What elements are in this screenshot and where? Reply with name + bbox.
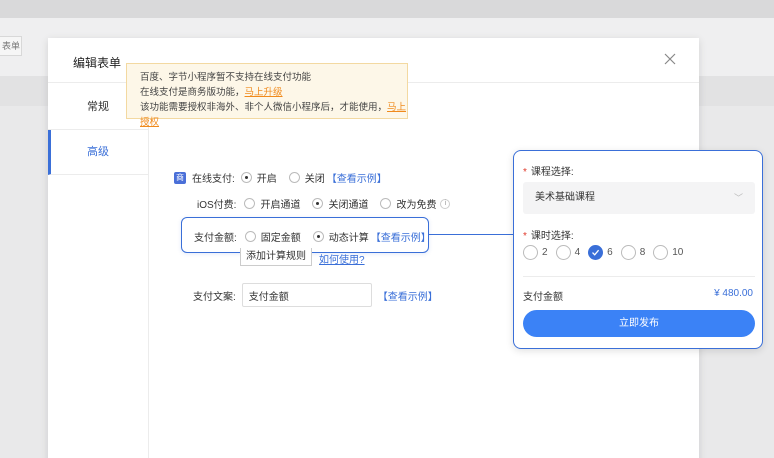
radio-icon[interactable] bbox=[555, 245, 571, 260]
ios-pay-label: iOS付费: bbox=[197, 200, 237, 211]
business-badge: 商 bbox=[174, 171, 186, 184]
chevron-down-icon: ﹀ bbox=[733, 193, 743, 203]
background-form-button[interactable]: 表单 bbox=[0, 36, 22, 56]
check-icon[interactable] bbox=[588, 245, 604, 260]
amount-label: 支付金额 bbox=[523, 292, 563, 303]
radio-icon[interactable] bbox=[240, 172, 252, 183]
fixed-amount-label: 固定金额 bbox=[260, 233, 301, 244]
info-icon[interactable]: i bbox=[440, 198, 451, 209]
background-topbar bbox=[0, 0, 774, 18]
online-pay-row: 商 在线支付: 开启 关闭 【查看示例】 bbox=[174, 170, 387, 185]
how-to-use-link[interactable]: 如何使用? bbox=[319, 251, 365, 266]
hours-options: 2 4 6 8 10 bbox=[523, 245, 691, 260]
course-select-label: * 课程选择: bbox=[523, 163, 574, 178]
notice-line-3-text: 该功能需要授权非海外、非个人微信小程序后，才能使用， bbox=[140, 102, 388, 113]
online-pay-example-link[interactable]: 【查看示例】 bbox=[327, 170, 387, 185]
ios-close-channel-option[interactable]: 关闭通道 bbox=[312, 196, 368, 211]
notice-line-2: 在线支付是商务版功能，马上升级 bbox=[140, 85, 407, 100]
radio-icon[interactable] bbox=[312, 198, 324, 209]
hour-option-6[interactable]: 6 bbox=[588, 245, 613, 260]
dynamic-amount-option[interactable]: 动态计算 bbox=[312, 229, 369, 244]
ios-free-label: 改为免费 bbox=[396, 200, 437, 211]
pay-text-row: 支付文案: 【查看示例】 bbox=[193, 283, 438, 307]
hour-label: 8 bbox=[639, 247, 646, 258]
hour-label: 2 bbox=[542, 247, 548, 258]
hour-option-8[interactable]: 8 bbox=[620, 245, 646, 260]
ios-open-channel-label: 开启通道 bbox=[260, 200, 301, 211]
close-icon[interactable] bbox=[661, 50, 679, 68]
hour-label: 4 bbox=[574, 247, 581, 258]
radio-icon[interactable] bbox=[244, 231, 256, 242]
online-pay-off-option[interactable]: 关闭 bbox=[288, 170, 325, 185]
radio-icon[interactable] bbox=[620, 245, 636, 260]
dynamic-amount-label: 动态计算 bbox=[328, 233, 369, 244]
pay-amount-label: 支付金额: bbox=[194, 233, 237, 244]
add-rule-button[interactable]: 添加计算规则 bbox=[240, 248, 312, 266]
radio-icon[interactable] bbox=[288, 172, 300, 183]
online-pay-label: 在线支付: bbox=[192, 174, 235, 185]
course-label-text: 课程选择: bbox=[530, 167, 574, 178]
callout-connector bbox=[429, 234, 515, 235]
hour-option-2[interactable]: 2 bbox=[523, 245, 548, 260]
radio-icon[interactable] bbox=[653, 245, 669, 260]
required-mark: * bbox=[523, 231, 527, 242]
fixed-amount-option[interactable]: 固定金额 bbox=[244, 229, 301, 244]
pay-text-example-link[interactable]: 【查看示例】 bbox=[378, 288, 438, 303]
hour-option-4[interactable]: 4 bbox=[555, 245, 581, 260]
radio-icon[interactable] bbox=[244, 198, 256, 209]
notice-line-1: 百度、字节小程序暂不支持在线支付功能 bbox=[140, 72, 312, 83]
pay-text-label: 支付文案: bbox=[193, 291, 236, 303]
modal-sidebar: 常规 高级 bbox=[48, 84, 149, 458]
hour-label: 6 bbox=[607, 247, 613, 258]
notice-line-3: 该功能需要授权非海外、非个人微信小程序后，才能使用，马上授权 bbox=[140, 100, 407, 130]
publish-button[interactable]: 立即发布 bbox=[523, 310, 755, 337]
radio-icon[interactable] bbox=[523, 245, 538, 260]
hours-select-label: * 课时选择: bbox=[523, 227, 574, 242]
tab-advanced[interactable]: 高级 bbox=[48, 130, 148, 175]
pay-text-input[interactable] bbox=[241, 283, 372, 307]
divider bbox=[523, 276, 755, 277]
online-pay-off-label: 关闭 bbox=[304, 174, 325, 185]
ios-close-channel-label: 关闭通道 bbox=[328, 200, 369, 211]
notice-banner: 百度、字节小程序暂不支持在线支付功能 在线支付是商务版功能，马上升级 该功能需要… bbox=[126, 63, 408, 128]
pay-amount-row: 支付金额: 固定金额 动态计算 【查看示例】 bbox=[194, 229, 431, 244]
ios-open-channel-option[interactable]: 开启通道 bbox=[244, 196, 300, 211]
ios-pay-row: iOS付费: 开启通道 关闭通道 改为免费 i bbox=[197, 196, 451, 211]
hour-option-10[interactable]: 10 bbox=[653, 245, 683, 260]
required-mark: * bbox=[523, 167, 527, 178]
course-select[interactable]: 美术基础课程 ﹀ bbox=[523, 182, 755, 214]
amount-value: ¥ 480.00 bbox=[714, 288, 753, 299]
online-pay-on-option[interactable]: 开启 bbox=[240, 170, 277, 185]
upgrade-link[interactable]: 马上升级 bbox=[245, 87, 283, 98]
hour-label: 10 bbox=[672, 247, 684, 258]
radio-icon[interactable] bbox=[312, 231, 324, 242]
hours-label-text: 课时选择: bbox=[530, 231, 574, 242]
ios-free-option[interactable]: 改为免费 bbox=[380, 196, 436, 211]
modal-title: 编辑表单 bbox=[73, 56, 122, 70]
radio-icon[interactable] bbox=[380, 198, 392, 209]
preview-card: * 课程选择: 美术基础课程 ﹀ * 课时选择: 2 4 6 8 10 支付金额 ¥… bbox=[513, 150, 763, 349]
pay-amount-example-link[interactable]: 【查看示例】 bbox=[371, 229, 431, 244]
online-pay-on-label: 开启 bbox=[256, 174, 277, 185]
course-select-value: 美术基础课程 bbox=[535, 192, 595, 203]
notice-line-2-text: 在线支付是商务版功能， bbox=[140, 87, 245, 98]
